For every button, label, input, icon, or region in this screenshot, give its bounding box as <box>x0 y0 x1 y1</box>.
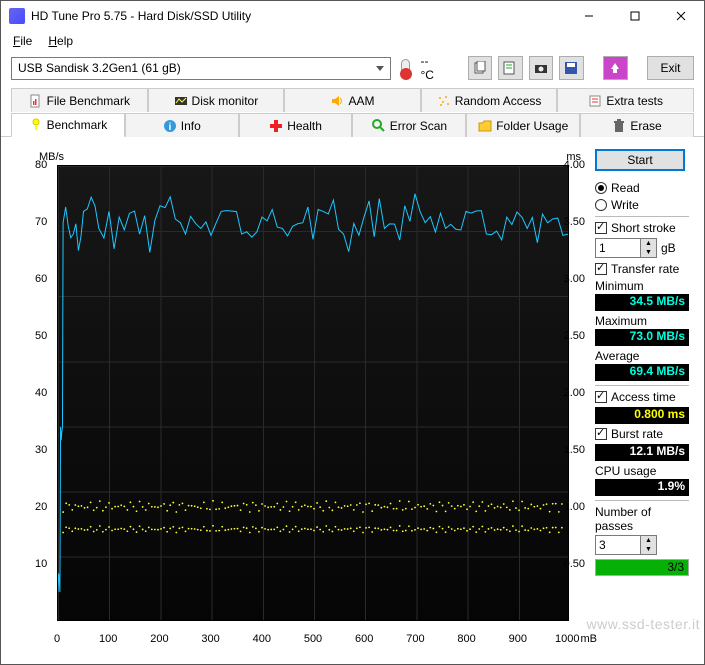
tab-health[interactable]: Health <box>239 113 353 137</box>
chart-x-unit: mB <box>581 633 598 645</box>
svg-text:i: i <box>168 122 171 133</box>
burst-rate-value: 12.1 MB/s <box>595 444 689 461</box>
maximize-button[interactable] <box>612 1 658 31</box>
tab-random-access[interactable]: Random Access <box>421 88 558 112</box>
average-label: Average <box>595 349 689 363</box>
thermometer-icon <box>401 59 410 77</box>
average-value: 69.4 MB/s <box>595 364 689 381</box>
window-controls <box>566 1 704 31</box>
tab-error-scan[interactable]: Error Scan <box>352 113 466 137</box>
short-stroke-spinner[interactable]: ▲▼ gB <box>595 238 689 258</box>
access-time-value: 0.800 ms <box>595 407 689 424</box>
tab-folder-usage[interactable]: Folder Usage <box>466 113 580 137</box>
tab-info[interactable]: iInfo <box>125 113 239 137</box>
write-radio[interactable]: Write <box>595 198 689 212</box>
check-icon <box>595 222 607 234</box>
minimum-label: Minimum <box>595 279 689 293</box>
spin-up-icon[interactable]: ▲ <box>641 239 656 248</box>
short-stroke-check[interactable]: Short stroke <box>595 221 689 235</box>
copy-info-button[interactable] <box>468 56 492 80</box>
tab-file-benchmark[interactable]: File Benchmark <box>11 88 148 112</box>
radio-icon <box>595 182 607 194</box>
access-time-check[interactable]: Access time <box>595 390 689 404</box>
passes-spinner[interactable]: ▲▼ <box>595 535 689 555</box>
chart-plot-area <box>57 165 569 621</box>
side-panel: Start Read Write Short stroke ▲▼ gB Tran… <box>595 149 689 576</box>
spin-down-icon[interactable]: ▼ <box>641 545 656 554</box>
copy-text-button[interactable] <box>498 56 522 80</box>
tab-erase[interactable]: Erase <box>580 113 694 137</box>
progress-bar: 3/3 <box>595 559 689 576</box>
screenshot-button[interactable] <box>529 56 553 80</box>
maximum-value: 73.0 MB/s <box>595 329 689 346</box>
radio-icon <box>595 199 607 211</box>
toolbar: USB Sandisk 3.2Gen1 (61 gB) -- °C Exit <box>1 51 704 85</box>
check-icon <box>595 263 607 275</box>
exit-button[interactable]: Exit <box>647 56 694 80</box>
content-area: MB/s ms mB 10203040506070800.501.001.502… <box>9 145 696 656</box>
passes-label: Number of passes <box>595 505 689 533</box>
save-button[interactable] <box>559 56 583 80</box>
check-icon <box>595 391 607 403</box>
spin-down-icon[interactable]: ▼ <box>641 248 656 257</box>
window-title: HD Tune Pro 5.75 - Hard Disk/SSD Utility <box>31 9 566 23</box>
start-button[interactable]: Start <box>595 149 685 171</box>
maximum-label: Maximum <box>595 314 689 328</box>
titlebar: HD Tune Pro 5.75 - Hard Disk/SSD Utility <box>1 1 704 31</box>
watermark: www.ssd-tester.it <box>586 616 700 632</box>
check-icon <box>595 428 607 440</box>
progress-text: 3/3 <box>667 560 684 575</box>
menubar: File Help <box>1 31 704 51</box>
temperature-value: -- °C <box>420 54 443 82</box>
transfer-rate-check[interactable]: Transfer rate <box>595 262 689 276</box>
app-window: HD Tune Pro 5.75 - Hard Disk/SSD Utility… <box>0 0 705 665</box>
chart: MB/s ms mB 10203040506070800.501.001.502… <box>21 151 581 651</box>
options-button[interactable] <box>603 56 627 80</box>
tabs-row-bottom: Benchmark iInfo Health Error Scan Folder… <box>1 111 704 137</box>
cpu-usage-value: 1.9% <box>595 479 689 496</box>
menu-help[interactable]: Help <box>44 32 77 50</box>
close-button[interactable] <box>658 1 704 31</box>
menu-file[interactable]: File <box>9 32 36 50</box>
read-radio[interactable]: Read <box>595 181 689 195</box>
drive-select-value: USB Sandisk 3.2Gen1 (61 gB) <box>18 61 181 75</box>
minimize-button[interactable] <box>566 1 612 31</box>
tabs-row-top: File Benchmark Disk monitor AAM Random A… <box>1 85 704 111</box>
tab-benchmark[interactable]: Benchmark <box>11 113 125 137</box>
spin-up-icon[interactable]: ▲ <box>641 536 656 545</box>
tab-aam[interactable]: AAM <box>284 88 421 112</box>
minimum-value: 34.5 MB/s <box>595 294 689 311</box>
burst-rate-check[interactable]: Burst rate <box>595 427 689 441</box>
passes-input[interactable] <box>595 535 641 555</box>
cpu-usage-label: CPU usage <box>595 464 689 478</box>
app-icon <box>9 8 25 24</box>
tab-disk-monitor[interactable]: Disk monitor <box>148 88 285 112</box>
short-stroke-input[interactable] <box>595 238 641 258</box>
drive-select[interactable]: USB Sandisk 3.2Gen1 (61 gB) <box>11 57 391 80</box>
tab-extra-tests[interactable]: Extra tests <box>557 88 694 112</box>
